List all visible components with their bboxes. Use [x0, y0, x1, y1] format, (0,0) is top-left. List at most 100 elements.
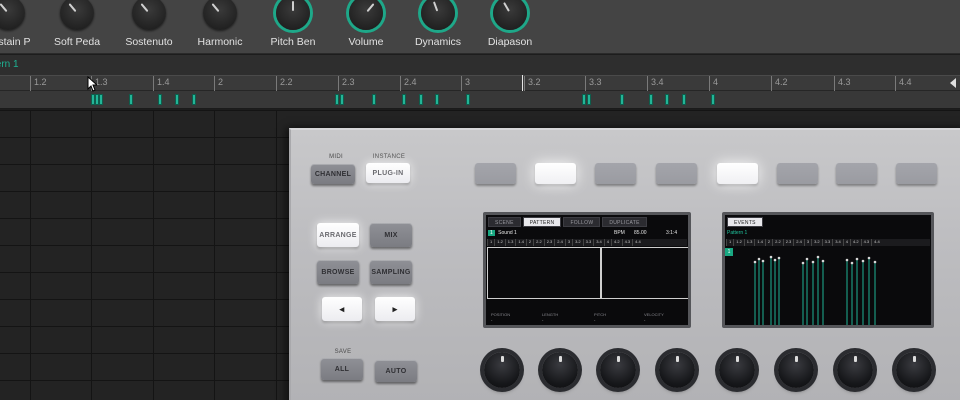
note-event[interactable]: [99, 94, 103, 105]
ruler-tick: 3.3: [585, 76, 602, 91]
display-tabs: EVENTS: [727, 217, 765, 227]
pattern-region: [601, 247, 688, 299]
note-event[interactable]: [682, 94, 686, 105]
plugin-button[interactable]: PLUG-IN: [366, 163, 410, 183]
pattern-title: Pattern 1: [727, 230, 748, 236]
auto-button[interactable]: AUTO: [375, 360, 417, 382]
note-event[interactable]: [129, 94, 133, 105]
note-event[interactable]: [435, 94, 439, 105]
timeline-ruler[interactable]: 1.2 1.3 1.4 2 2.2 2.3 2.4 3 3.2 3.3 3.4 …: [0, 75, 960, 91]
channel-button[interactable]: CHANNEL: [311, 164, 355, 184]
group-button-4[interactable]: [656, 163, 697, 184]
event-lane[interactable]: [0, 91, 960, 109]
sound-index-badge: 1: [488, 230, 495, 236]
ruler-tick: 2.2: [276, 76, 293, 91]
tab-follow[interactable]: FOLLOW: [563, 217, 601, 227]
group-button-8[interactable]: [896, 163, 937, 184]
note-event[interactable]: [402, 94, 406, 105]
note-event[interactable]: [665, 94, 669, 105]
encoder-knob-7[interactable]: [837, 352, 873, 388]
tab-events[interactable]: EVENTS: [727, 217, 763, 227]
macro-knob-bar: Sustain P Soft Peda Sostenuto Harmonic P…: [0, 0, 960, 54]
grid-line: [214, 110, 215, 400]
knob-icon[interactable]: [203, 0, 237, 30]
encoder-knob-2[interactable]: [542, 352, 578, 388]
encoder-knob-4[interactable]: [659, 352, 695, 388]
tab-pattern[interactable]: PATTERN: [522, 217, 562, 227]
encoder-knob-1[interactable]: [484, 352, 520, 388]
param-pitch: PITCH -: [594, 312, 606, 322]
time-signature: 3:1:4: [666, 230, 678, 236]
group-button-2[interactable]: [535, 163, 576, 184]
ruler-tick: 4: [709, 76, 718, 91]
param-length: LENGTH -: [542, 312, 559, 322]
group-button-7[interactable]: [836, 163, 877, 184]
note-event[interactable]: [192, 94, 196, 105]
group-button-1[interactable]: [475, 163, 516, 184]
bpm-value: 85.00: [634, 230, 647, 236]
note-event[interactable]: [582, 94, 586, 105]
note-event[interactable]: [158, 94, 162, 105]
save-all-button[interactable]: ALL: [321, 358, 363, 380]
note-event[interactable]: [419, 94, 423, 105]
note-event[interactable]: [340, 94, 344, 105]
note-event[interactable]: [372, 94, 376, 105]
note-event[interactable]: [649, 94, 653, 105]
next-page-button[interactable]: ▸: [375, 297, 415, 321]
note-event[interactable]: [587, 94, 591, 105]
display-ruler: 1 1.2 1.3 1.4 2 2.2 2.3 2.4 3 3.2 3.3 3.4 4 4.2 4.3 4.4: [487, 239, 687, 246]
ruler-tick: 4.2: [771, 76, 788, 91]
display-ruler: 1 1.2 1.3 1.4 2 2.2 2.3 2.4 3 3.2 3.3 3.4 4 4.2 4.3 4.4: [726, 239, 930, 246]
sampling-button[interactable]: SAMPLING: [370, 260, 412, 284]
save-label: SAVE: [334, 349, 352, 355]
instance-label: INSTANCE: [372, 154, 406, 160]
ruler-tick: 3.4: [647, 76, 664, 91]
display-tabs: SCENE PATTERN FOLLOW DUPLICATE: [488, 217, 649, 227]
sound-index-badge: 1: [725, 248, 733, 256]
knob-icon[interactable]: [60, 0, 94, 30]
macro-diapason[interactable]: Diapason: [465, 0, 555, 54]
ruler-tick: 3.2: [524, 76, 541, 91]
knob-icon[interactable]: [0, 0, 25, 30]
group-button-6[interactable]: [777, 163, 818, 184]
encoder-knob-8[interactable]: [896, 352, 932, 388]
loop-end-marker[interactable]: [950, 78, 956, 88]
encoder-knob-3[interactable]: [600, 352, 636, 388]
sound-row: 1 Sound 1 BPM 85.00 3:1:4: [488, 230, 688, 236]
note-event[interactable]: [175, 94, 179, 105]
param-position: POSITION -: [491, 312, 511, 322]
knob-icon[interactable]: [421, 0, 455, 30]
encoder-knob-5[interactable]: [719, 352, 755, 388]
pattern-header: Pattern 1: [0, 55, 960, 75]
grid-line: [30, 110, 31, 400]
note-event[interactable]: [466, 94, 470, 105]
knob-icon[interactable]: [493, 0, 527, 30]
ruler-tick: 1.4: [153, 76, 170, 91]
arrange-button[interactable]: ARRANGE: [317, 223, 359, 247]
knob-icon[interactable]: [276, 0, 310, 30]
tab-duplicate[interactable]: DUPLICATE: [602, 217, 647, 227]
velocity-events[interactable]: [735, 247, 930, 327]
mix-button[interactable]: MIX: [370, 223, 412, 247]
grid-line: [276, 110, 277, 400]
group-button-5[interactable]: [717, 163, 758, 184]
knob-icon[interactable]: [132, 0, 166, 30]
grid-line: [91, 110, 92, 400]
note-event[interactable]: [335, 94, 339, 105]
pattern-name[interactable]: Pattern 1: [0, 59, 19, 70]
browse-button[interactable]: BROWSE: [317, 260, 359, 284]
right-display: EVENTS Pattern 1 1 1.2 1.3 1.4 2 2.2 2.3 2.4 3 3.…: [722, 212, 934, 328]
ruler-tick: 1.2: [30, 76, 47, 91]
ruler-tick: 3: [461, 76, 470, 91]
left-display: SCENE PATTERN FOLLOW DUPLICATE 1 Sound 1…: [483, 212, 691, 328]
note-event[interactable]: [711, 94, 715, 105]
knob-icon[interactable]: [349, 0, 383, 30]
bpm-label: BPM: [614, 230, 625, 236]
grid-line: [153, 110, 154, 400]
playhead[interactable]: [522, 75, 523, 91]
note-event[interactable]: [620, 94, 624, 105]
tab-scene[interactable]: SCENE: [488, 217, 521, 227]
group-button-3[interactable]: [595, 163, 636, 184]
prev-page-button[interactable]: ◂: [322, 297, 362, 321]
encoder-knob-6[interactable]: [778, 352, 814, 388]
